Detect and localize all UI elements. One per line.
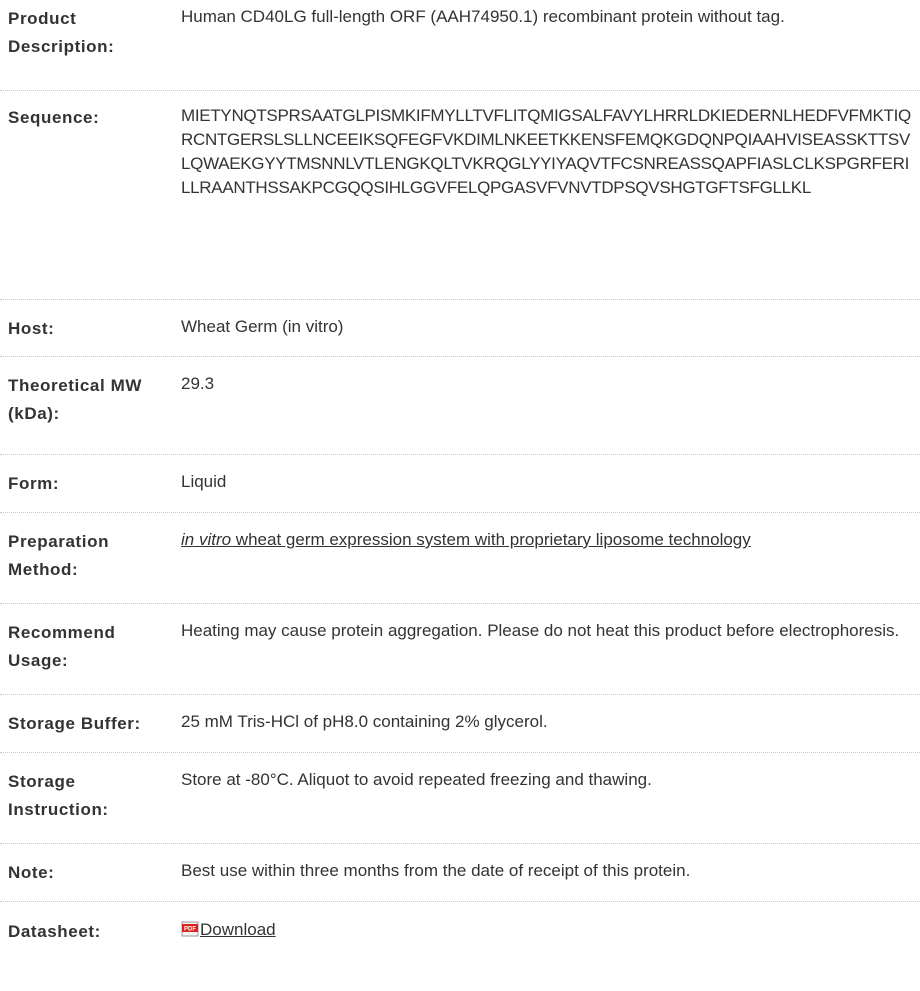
row-value: in vitro wheat germ expression system wi…	[181, 528, 920, 552]
svg-text:PDF: PDF	[184, 927, 196, 933]
row-theoretical-mw: Theoretical MW (kDa): 29.3	[0, 357, 920, 455]
row-value: MIETYNQTSPRSAATGLPISMKIFMYLLTVFLITQMIGSA…	[181, 106, 911, 197]
row-value: 25 mM Tris-HCl of pH8.0 containing 2% gl…	[181, 712, 548, 731]
row-value: Human CD40LG full-length ORF (AAH74950.1…	[181, 7, 785, 26]
row-label: Recommend Usage:	[8, 623, 116, 670]
row-preparation-method: Preparation Method: in vitro wheat germ …	[0, 513, 920, 604]
product-spec-table: Product Description: Human CD40LG full-l…	[0, 0, 920, 960]
download-link[interactable]: Download	[200, 920, 276, 939]
row-storage-buffer: Storage Buffer: 25 mM Tris-HCl of pH8.0 …	[0, 695, 920, 753]
row-label: Preparation Method:	[8, 532, 110, 579]
row-datasheet: Datasheet: PDF Download	[0, 902, 920, 960]
preparation-method-link[interactable]: in vitro wheat germ expression system wi…	[181, 530, 751, 549]
row-sequence: Sequence: MIETYNQTSPRSAATGLPISMKIFMYLLTV…	[0, 91, 920, 300]
row-storage-instruction: Storage Instruction: Store at -80°C. Ali…	[0, 753, 920, 844]
row-label: Storage Instruction:	[8, 772, 109, 819]
row-recommend-usage: Recommend Usage: Heating may cause prote…	[0, 604, 920, 695]
pdf-icon: PDF	[181, 920, 199, 938]
row-value: PDF Download	[181, 918, 920, 942]
row-value: Store at -80°C. Aliquot to avoid repeate…	[181, 770, 652, 789]
row-label: Product Description:	[8, 9, 115, 56]
row-value: Wheat Germ (in vitro)	[181, 317, 344, 336]
row-label: Datasheet:	[8, 922, 101, 941]
row-host: Host: Wheat Germ (in vitro)	[0, 300, 920, 357]
row-label: Theoretical MW (kDa):	[8, 376, 143, 423]
row-value: Liquid	[181, 472, 227, 491]
row-label: Sequence:	[8, 108, 100, 127]
row-note: Note: Best use within three months from …	[0, 844, 920, 902]
row-label: Host:	[8, 319, 55, 338]
row-value: Heating may cause protein aggregation. P…	[181, 621, 900, 640]
row-form: Form: Liquid	[0, 455, 920, 513]
preparation-method-italic: in vitro	[181, 530, 232, 549]
row-value: 29.3	[181, 374, 215, 393]
row-value: Best use within three months from the da…	[181, 861, 691, 880]
preparation-method-text: wheat germ expression system with propri…	[231, 530, 751, 549]
row-label: Storage Buffer:	[8, 714, 141, 733]
row-product-description: Product Description: Human CD40LG full-l…	[0, 0, 920, 91]
row-label: Form:	[8, 474, 60, 493]
row-label: Note:	[8, 863, 55, 882]
